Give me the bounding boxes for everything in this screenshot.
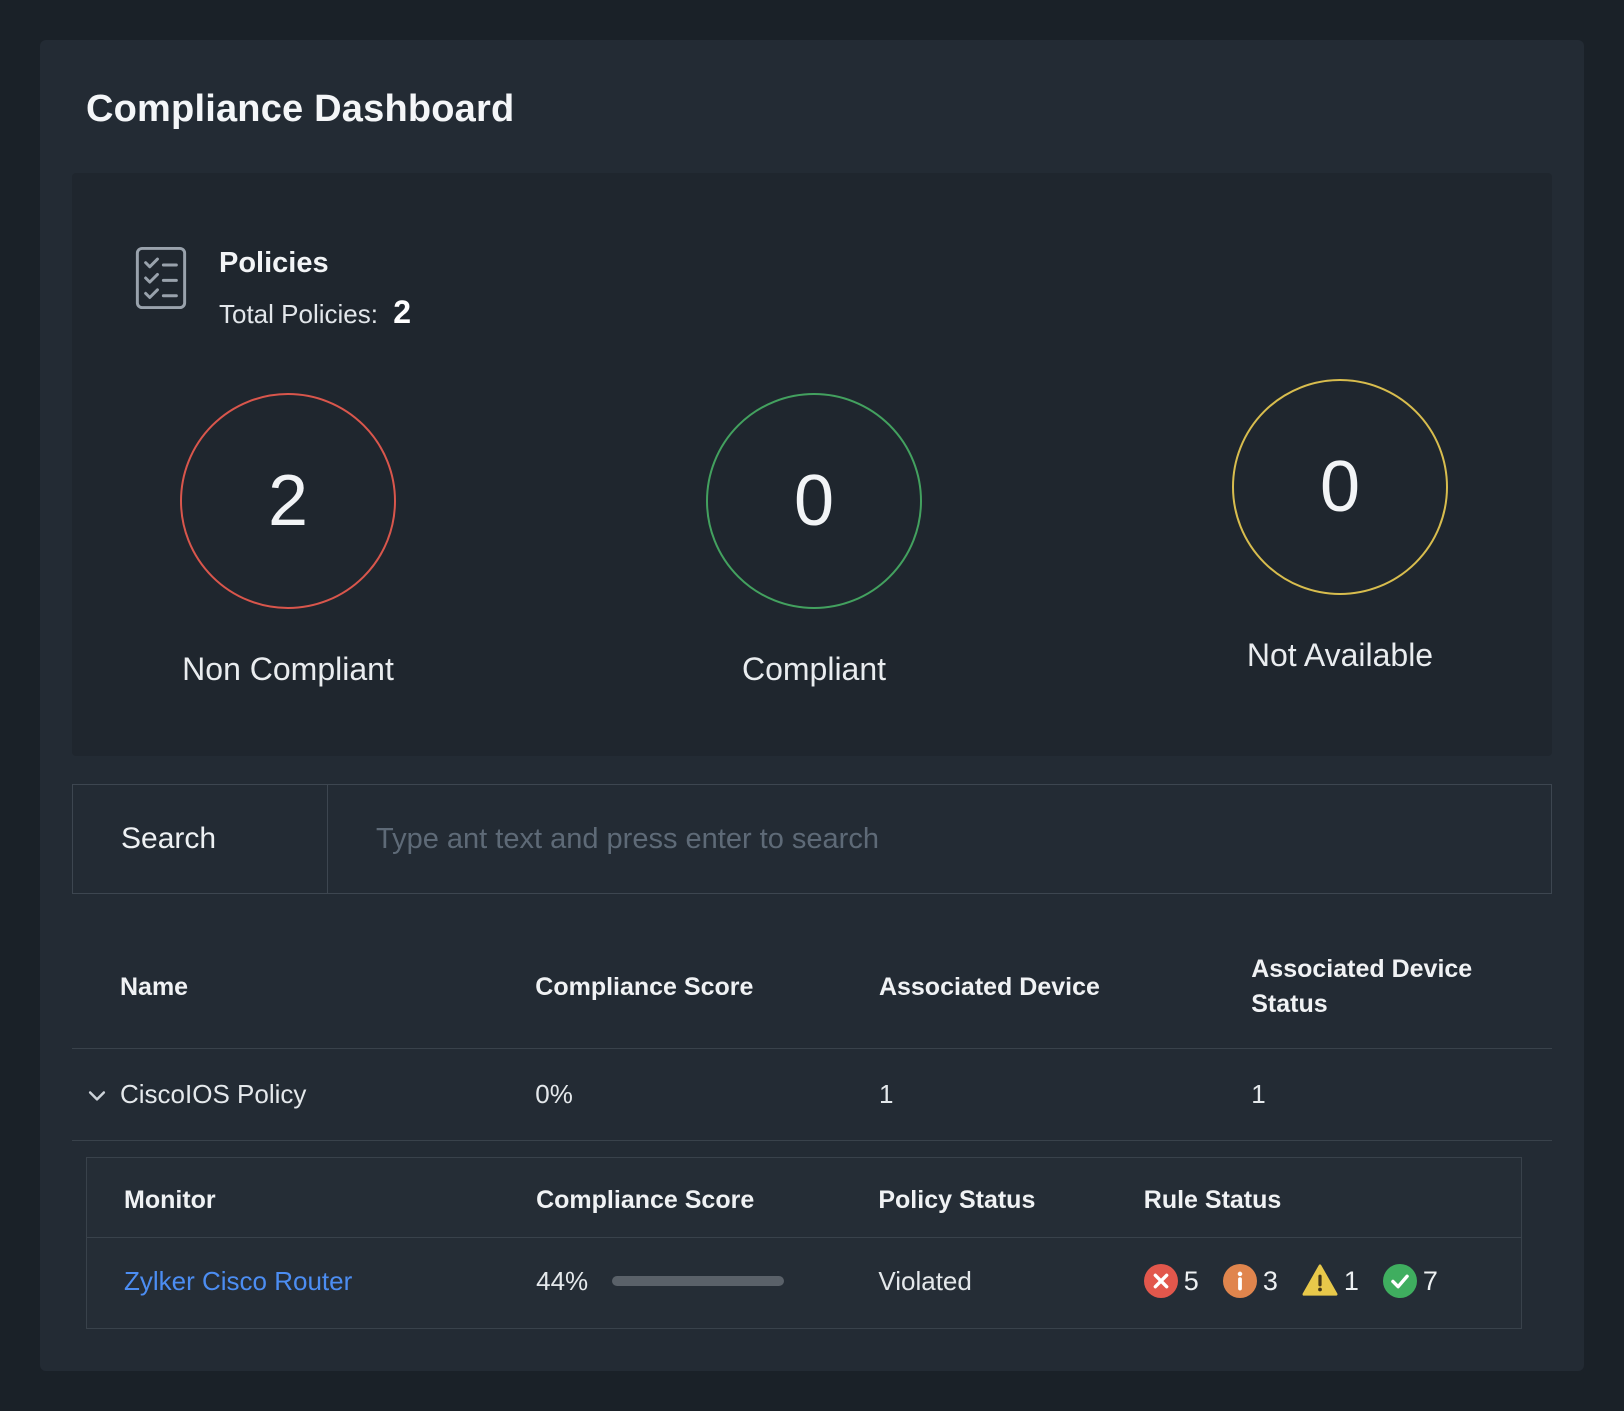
policy-table: Name Compliance Score Associated Device … (72, 910, 1552, 1141)
success-count: 7 (1422, 1265, 1438, 1296)
search-label: Search (73, 785, 328, 893)
header-monitor: Monitor (124, 1186, 216, 1214)
policy-associated-device-status: 1 (1251, 1079, 1266, 1109)
monitor-link[interactable]: Zylker Cisco Router (124, 1266, 352, 1296)
policy-associated-device: 1 (878, 1079, 894, 1109)
rule-warning-item: 1 (1302, 1264, 1359, 1298)
header-monitor-compliance-score: Compliance Score (536, 1186, 755, 1214)
header-associated-device: Associated Device (878, 972, 1100, 1001)
search-input[interactable] (328, 785, 1551, 893)
header-name: Name (120, 972, 189, 1001)
compliance-dashboard-card: Compliance Dashboard Policies Total Poli… (40, 40, 1584, 1371)
monitor-score-value: 44% (536, 1265, 589, 1296)
search-bar: Search (72, 784, 1552, 894)
success-icon (1382, 1264, 1417, 1298)
not-available-count: 0 (1319, 447, 1361, 527)
page-title: Compliance Dashboard (86, 88, 515, 130)
stat-non-compliant: 2 Non Compliant (180, 393, 396, 688)
monitor-panel: Monitor Compliance Score Policy Status R… (86, 1157, 1522, 1329)
compliant-count: 0 (793, 461, 835, 541)
error-count: 5 (1183, 1265, 1199, 1296)
monitor-name-cell: Zylker Cisco Router (124, 1266, 536, 1297)
compliant-circle: 0 (706, 393, 922, 609)
policy-compliance-score: 0% (535, 1079, 573, 1109)
rule-info-item: 3 (1222, 1264, 1278, 1298)
policies-header: Policies Total Policies: 2 (72, 245, 1552, 331)
compliant-label: Compliant (741, 651, 887, 687)
policy-name: CiscoIOS Policy (120, 1079, 307, 1109)
non-compliant-circle: 2 (180, 393, 396, 609)
policy-name-cell: CiscoIOS Policy (88, 1079, 535, 1110)
page: Compliance Dashboard Policies Total Poli… (0, 0, 1624, 1411)
non-compliant-count: 2 (267, 461, 309, 541)
rule-success-item: 7 (1382, 1264, 1438, 1298)
policy-table-header: Name Compliance Score Associated Device … (72, 910, 1552, 1049)
monitor-score-cell: 44% (536, 1266, 878, 1297)
policy-row: CiscoIOS Policy 0% 1 1 (72, 1049, 1552, 1141)
header-compliance-score: Compliance Score (535, 972, 754, 1001)
warning-icon (1302, 1264, 1338, 1296)
info-icon (1222, 1264, 1257, 1298)
warning-count: 1 (1343, 1265, 1359, 1296)
rule-status-cell: 5 3 1 7 (1143, 1264, 1521, 1298)
non-compliant-label: Non Compliant (182, 651, 394, 687)
not-available-label: Not Available (1246, 637, 1434, 673)
monitor-row: Zylker Cisco Router 44% Violated 5 3 1 7 (87, 1238, 1521, 1328)
rule-error-item: 5 (1143, 1264, 1199, 1298)
policies-title: Policies (219, 247, 329, 279)
error-icon (1143, 1264, 1178, 1298)
policies-checklist-icon (135, 245, 187, 311)
monitor-policy-status: Violated (878, 1265, 972, 1296)
info-count: 3 (1262, 1265, 1278, 1296)
policies-total: Total Policies: 2 (219, 294, 411, 331)
stat-compliant: 0 Compliant (706, 393, 922, 688)
total-policies-label: Total Policies: (219, 299, 378, 329)
header-policy-status: Policy Status (878, 1186, 1036, 1214)
header-rule-status: Rule Status (1143, 1186, 1282, 1214)
chevron-down-icon[interactable] (86, 1084, 108, 1106)
not-available-circle: 0 (1232, 379, 1448, 595)
header-associated-device-status: Associated Device Status (1251, 955, 1473, 1018)
stat-not-available: 0 Not Available (1232, 379, 1448, 674)
total-policies-value: 2 (393, 294, 411, 330)
score-progress-bar (612, 1276, 785, 1286)
policy-stats-row: 2 Non Compliant 0 Compliant 0 Not Availa… (72, 331, 1552, 698)
policies-panel: Policies Total Policies: 2 2 Non Complia… (72, 173, 1552, 756)
policies-titles: Policies Total Policies: 2 (219, 245, 411, 331)
monitor-table-header: Monitor Compliance Score Policy Status R… (87, 1158, 1521, 1238)
